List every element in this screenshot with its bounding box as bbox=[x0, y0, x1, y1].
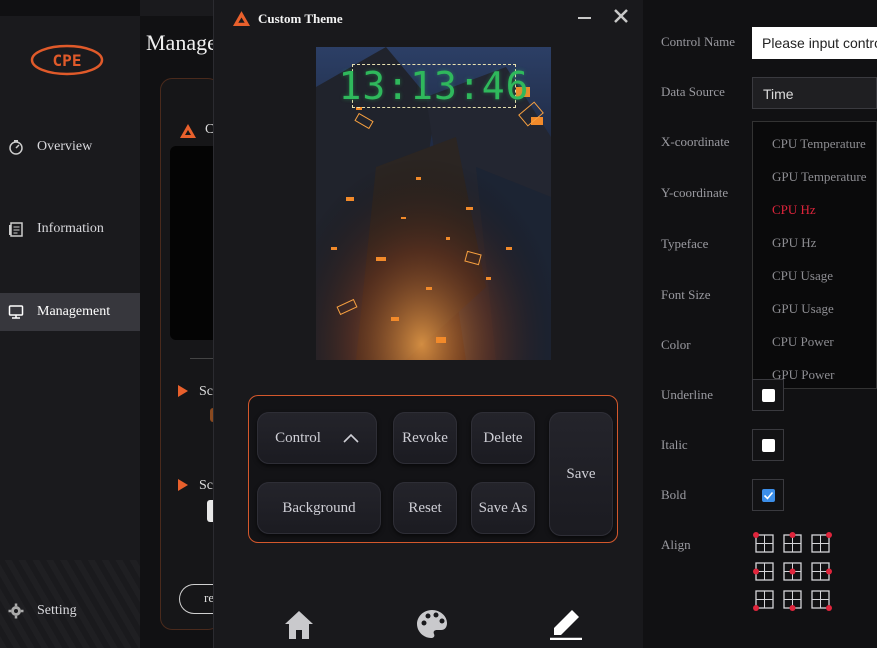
play-icon[interactable] bbox=[178, 385, 188, 397]
dropdown-option-selected[interactable]: CPU Hz bbox=[772, 202, 816, 218]
data-source-dropdown: CPU Temperature GPU Temperature CPU Hz G… bbox=[752, 121, 877, 389]
data-source-select[interactable]: Time bbox=[752, 77, 877, 109]
background-button[interactable]: Background bbox=[257, 482, 381, 534]
data-source-label: Data Source bbox=[661, 84, 725, 99]
monitor-icon bbox=[8, 304, 24, 320]
clock-text: 13:13:46 bbox=[338, 64, 530, 108]
align-top-center-icon[interactable] bbox=[781, 532, 805, 556]
background-button-label: Background bbox=[282, 499, 356, 516]
checkmark-icon bbox=[763, 491, 774, 500]
dropdown-option[interactable]: GPU Usage bbox=[772, 301, 834, 317]
sidebar-item-overview[interactable]: Overview bbox=[0, 128, 140, 166]
sidebar-item-management[interactable]: Management bbox=[0, 293, 140, 331]
reset-button-label: Reset bbox=[408, 499, 442, 516]
theme-preview[interactable]: 13:13:46 bbox=[316, 47, 551, 360]
y-coordinate-label: Y-coordinate bbox=[661, 185, 729, 200]
italic-checkbox[interactable] bbox=[752, 429, 784, 461]
control-button-label: Control bbox=[275, 429, 321, 446]
play-icon[interactable] bbox=[178, 479, 188, 491]
checkbox-box bbox=[762, 389, 775, 402]
section-label: Sc bbox=[199, 478, 213, 493]
sidebar-item-label: Setting bbox=[37, 603, 77, 618]
close-icon[interactable] bbox=[612, 7, 630, 25]
minimize-icon[interactable] bbox=[576, 8, 592, 26]
sidebar-item-label: Management bbox=[37, 304, 111, 319]
dropdown-option[interactable]: CPU Usage bbox=[772, 268, 833, 284]
align-bottom-right-icon[interactable] bbox=[809, 588, 833, 612]
triangle-logo-icon bbox=[180, 124, 196, 138]
dropdown-option[interactable]: GPU Hz bbox=[772, 235, 816, 251]
sidebar-item-information[interactable]: Information bbox=[0, 210, 140, 248]
pen-icon[interactable] bbox=[550, 608, 582, 640]
sidebar-top-strip bbox=[0, 0, 140, 16]
dropdown-option[interactable]: CPU Temperature bbox=[772, 136, 866, 152]
control-button[interactable]: Control bbox=[257, 412, 377, 464]
revoke-button-label: Revoke bbox=[402, 429, 448, 446]
checkbox-box-checked bbox=[762, 489, 775, 502]
underline-label: Underline bbox=[661, 387, 713, 402]
dropdown-option[interactable]: GPU Temperature bbox=[772, 169, 867, 185]
clock-control[interactable]: 13:13:46 bbox=[338, 64, 529, 108]
page-title: Manage bbox=[146, 30, 216, 55]
dialog-title: Custom Theme bbox=[258, 11, 343, 26]
triangle-logo-icon bbox=[233, 11, 250, 26]
custom-theme-dialog: Custom Theme 13:13:46 Control Revoke Del… bbox=[213, 0, 643, 648]
home-icon[interactable] bbox=[284, 608, 314, 640]
delete-button-label: Delete bbox=[483, 429, 523, 446]
save-button[interactable]: Save bbox=[549, 412, 613, 536]
gauge-icon bbox=[8, 139, 24, 155]
align-bottom-left-icon[interactable] bbox=[753, 588, 777, 612]
gear-icon bbox=[8, 603, 24, 619]
palette-icon[interactable] bbox=[416, 608, 448, 640]
bold-label: Bold bbox=[661, 487, 687, 502]
font-size-label: Font Size bbox=[661, 287, 711, 302]
section-label: Sc bbox=[199, 384, 213, 399]
svg-text:CPE: CPE bbox=[53, 51, 82, 70]
chevron-up-icon bbox=[343, 433, 359, 443]
save-as-button-label: Save As bbox=[478, 499, 528, 516]
delete-button[interactable]: Delete bbox=[471, 412, 535, 464]
x-coordinate-label: X-coordinate bbox=[661, 134, 730, 149]
save-as-button[interactable]: Save As bbox=[471, 482, 535, 534]
document-icon bbox=[8, 221, 24, 237]
sidebar-item-label: Information bbox=[37, 221, 104, 236]
cpe-logo: CPE bbox=[30, 44, 104, 76]
sidebar: CPE Overview Information Management Sett… bbox=[0, 0, 140, 648]
control-panel: Control Revoke Delete Save Background Re… bbox=[248, 395, 618, 543]
control-name-label: Control Name bbox=[661, 34, 736, 49]
typeface-label: Typeface bbox=[661, 236, 709, 251]
sidebar-item-setting[interactable]: Setting bbox=[0, 592, 140, 630]
control-name-input[interactable]: Please input control name bbox=[752, 27, 877, 59]
align-middle-center-icon[interactable] bbox=[781, 560, 805, 584]
underline-checkbox[interactable] bbox=[752, 379, 784, 411]
bold-checkbox[interactable] bbox=[752, 479, 784, 511]
align-top-right-icon[interactable] bbox=[809, 532, 833, 556]
align-bottom-center-icon[interactable] bbox=[781, 588, 805, 612]
save-button-label: Save bbox=[566, 465, 596, 482]
reset-button[interactable]: Reset bbox=[393, 482, 457, 534]
align-middle-left-icon[interactable] bbox=[753, 560, 777, 584]
italic-label: Italic bbox=[661, 437, 688, 452]
align-top-left-icon[interactable] bbox=[753, 532, 777, 556]
align-middle-right-icon[interactable] bbox=[809, 560, 833, 584]
checkbox-box bbox=[762, 439, 775, 452]
color-label: Color bbox=[661, 337, 691, 352]
align-label: Align bbox=[661, 537, 691, 552]
revoke-button[interactable]: Revoke bbox=[393, 412, 457, 464]
sidebar-item-label: Overview bbox=[37, 139, 93, 154]
dropdown-option[interactable]: CPU Power bbox=[772, 334, 834, 350]
